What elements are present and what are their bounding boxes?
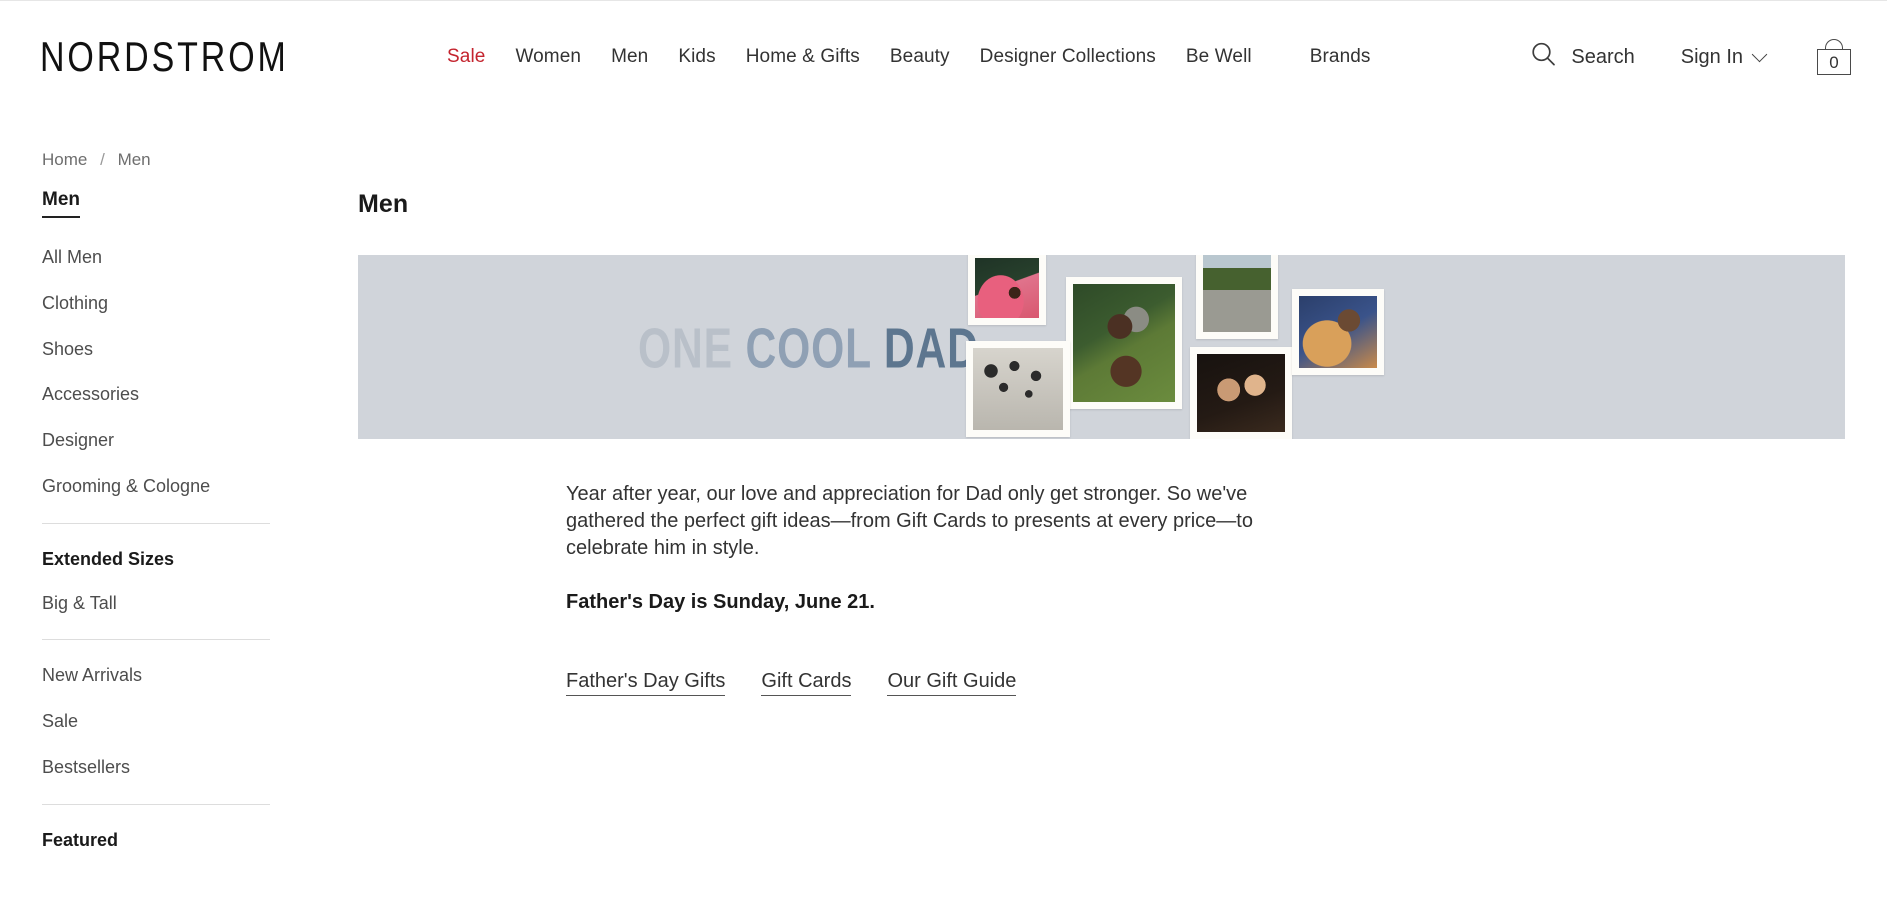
sidebar-item-grooming-and-cologne[interactable]: Grooming & Cologne	[42, 476, 318, 497]
breadcrumb: Home / Men	[42, 150, 151, 170]
sidebar-heading-extended-sizes: Extended Sizes	[42, 548, 175, 569]
site-header: NORDSTROM Sale Women Men Kids Home & Gif…	[0, 0, 1887, 112]
search-label: Search	[1571, 46, 1635, 68]
promo-paragraph: Year after year, our love and appreciati…	[566, 483, 1253, 560]
sidebar-item-bestsellers[interactable]: Bestsellers	[42, 757, 318, 778]
collage-photo-walking-road	[1196, 255, 1278, 339]
collage-photo-wall	[966, 341, 1070, 437]
sidebar-item-sale[interactable]: Sale	[42, 711, 318, 732]
sidebar-item-all-men[interactable]: All Men	[42, 247, 318, 268]
nav-item-beauty[interactable]: Beauty	[890, 47, 950, 66]
collage-photo-dad-with-kids	[1066, 277, 1182, 409]
category-sidebar: Men All Men Clothing Shoes Accessories D…	[42, 190, 318, 875]
sidebar-item-big-and-tall[interactable]: Big & Tall	[42, 593, 318, 614]
nav-item-sale[interactable]: Sale	[447, 47, 485, 66]
promo-highlight: Father's Day is Sunday, June 21.	[566, 590, 875, 613]
search-icon	[1529, 40, 1559, 75]
chevron-down-icon	[1751, 46, 1768, 63]
sidebar-item-accessories[interactable]: Accessories	[42, 385, 318, 405]
nav-item-men[interactable]: Men	[611, 47, 648, 66]
sidebar-divider-3	[42, 803, 270, 805]
hero-word-cool: COOL	[745, 317, 872, 381]
promo-copy: Year after year, our love and appreciati…	[358, 481, 1845, 696]
sidebar-heading-featured: Featured	[42, 829, 119, 850]
link-gift-cards[interactable]: Gift Cards	[761, 670, 852, 696]
sidebar-item-new-arrivals[interactable]: New Arrivals	[42, 666, 318, 686]
sign-in-button[interactable]: Sign In	[1680, 46, 1768, 68]
collage-photo-baby	[968, 255, 1046, 325]
bag-body-icon: 0	[1817, 49, 1851, 75]
collage-photo-family-dark	[1190, 347, 1292, 439]
sidebar-item-designer[interactable]: Designer	[42, 430, 318, 451]
sidebar-item-shoes[interactable]: Shoes	[42, 339, 318, 360]
nav-item-home-and-gifts[interactable]: Home & Gifts	[746, 47, 860, 66]
sidebar-title-men[interactable]: Men	[42, 190, 80, 218]
nav-item-brands[interactable]: Brands	[1310, 47, 1371, 66]
link-our-gift-guide[interactable]: Our Gift Guide	[887, 670, 1017, 696]
promo-links: Father's Day Gifts Gift Cards Our Gift G…	[566, 670, 1845, 696]
photo-collage	[958, 255, 1598, 439]
main-navigation: Sale Women Men Kids Home & Gifts Beauty …	[447, 47, 1401, 66]
nav-item-kids[interactable]: Kids	[678, 47, 715, 66]
breadcrumb-separator: /	[100, 150, 105, 169]
search-button[interactable]: Search	[1529, 40, 1635, 75]
link-fathers-day-gifts[interactable]: Father's Day Gifts	[566, 670, 726, 696]
sign-in-label: Sign In	[1680, 46, 1743, 68]
hero-headline: ONE COOL DAD	[638, 321, 979, 377]
page-title: Men	[358, 190, 409, 218]
header-actions: Search Sign In 0	[1529, 39, 1851, 75]
collage-photo-father-and-baby	[1292, 289, 1384, 375]
hero-word-one: ONE	[638, 317, 733, 381]
nordstrom-logo[interactable]: NORDSTROM	[40, 37, 289, 78]
main-column: Men ONE COOL DAD Year after year, our lo…	[358, 190, 1845, 696]
nav-item-be-well[interactable]: Be Well	[1186, 47, 1252, 66]
nav-item-women[interactable]: Women	[515, 47, 581, 66]
nav-item-designer-collections[interactable]: Designer Collections	[980, 47, 1156, 66]
sidebar-item-clothing[interactable]: Clothing	[42, 293, 318, 314]
sidebar-divider-1	[42, 522, 270, 524]
breadcrumb-item-home[interactable]: Home	[42, 150, 87, 169]
hero-banner[interactable]: ONE COOL DAD	[358, 255, 1845, 439]
sidebar-divider-2	[42, 639, 270, 641]
bag-count: 0	[1829, 52, 1839, 72]
breadcrumb-item-current: Men	[117, 150, 151, 169]
shopping-bag-button[interactable]: 0	[1817, 39, 1851, 75]
